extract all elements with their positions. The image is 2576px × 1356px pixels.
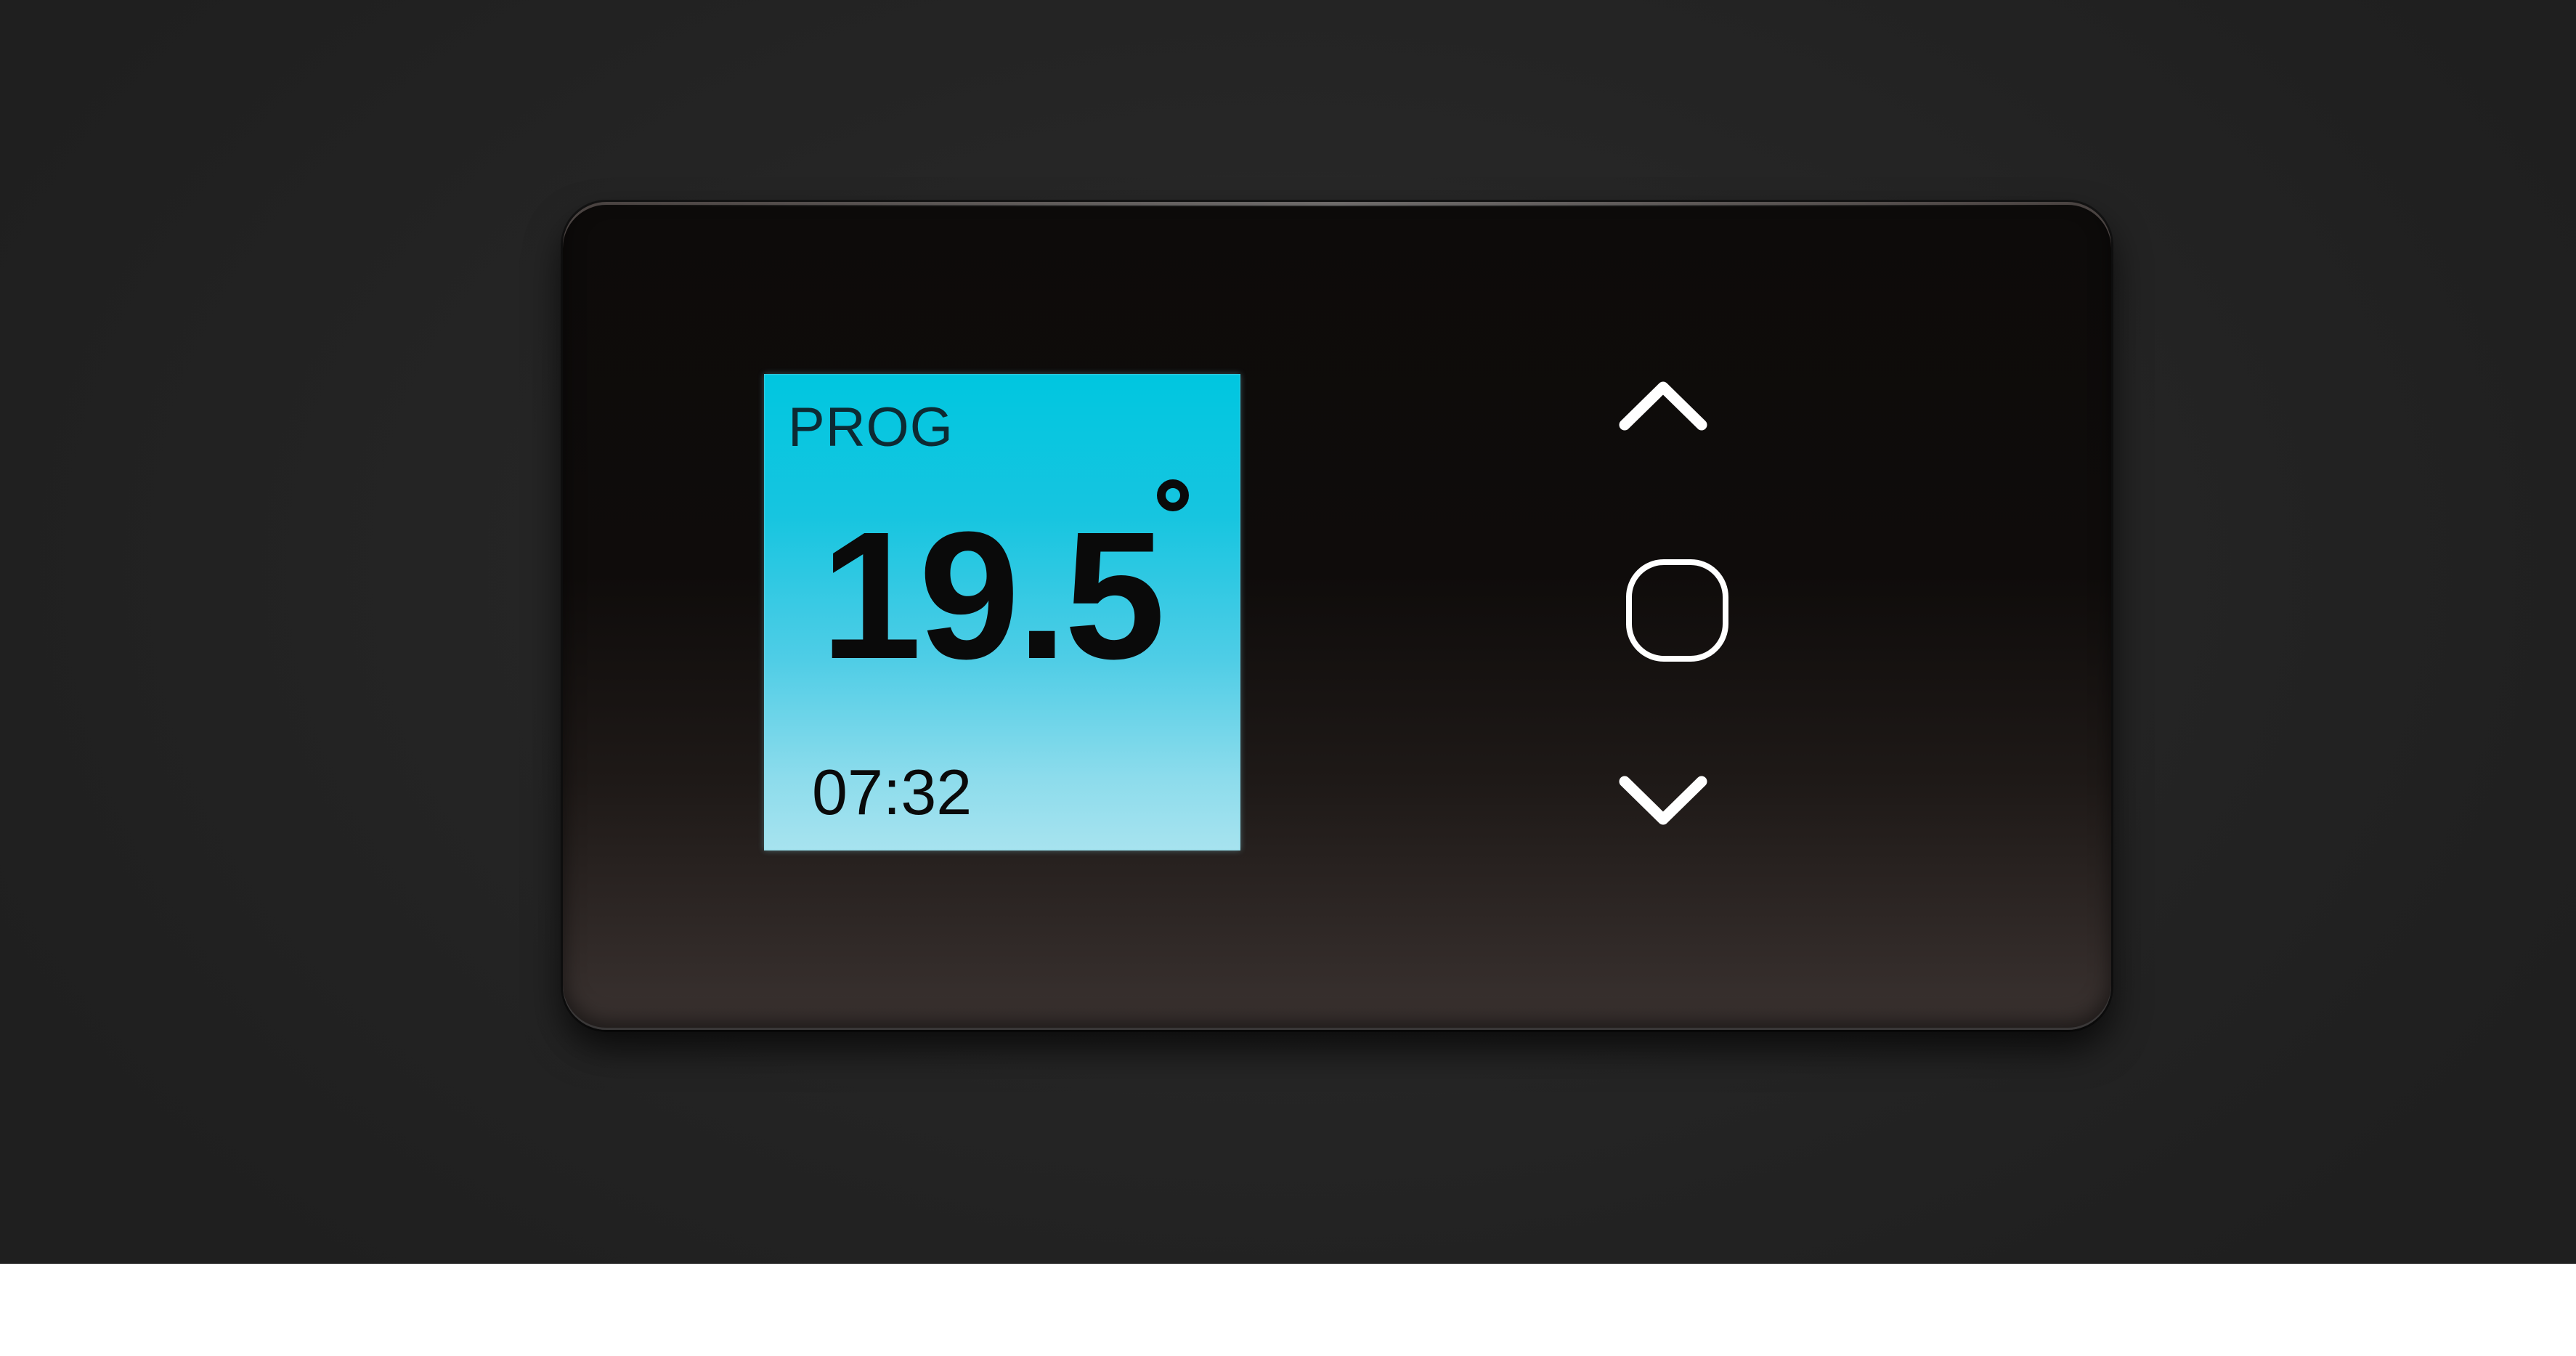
confirm-button[interactable] [1625,558,1730,663]
chevron-down-icon [1619,776,1707,825]
mode-label: PROG [788,397,954,458]
chevron-up-icon [1619,381,1707,431]
increase-button[interactable] [1616,373,1710,438]
clock-readout: 07:32 [812,756,972,828]
thermostat-panel: PROG 19.5 07:32 [563,202,2111,1030]
background: PROG 19.5 07:32 [0,0,2576,1264]
rounded-square-icon [1626,559,1728,662]
temperature-readout: 19.5 [821,494,1166,697]
degree-icon [1157,479,1189,511]
lcd-screen: PROG 19.5 07:32 [764,374,1240,850]
decrease-button[interactable] [1616,768,1710,834]
